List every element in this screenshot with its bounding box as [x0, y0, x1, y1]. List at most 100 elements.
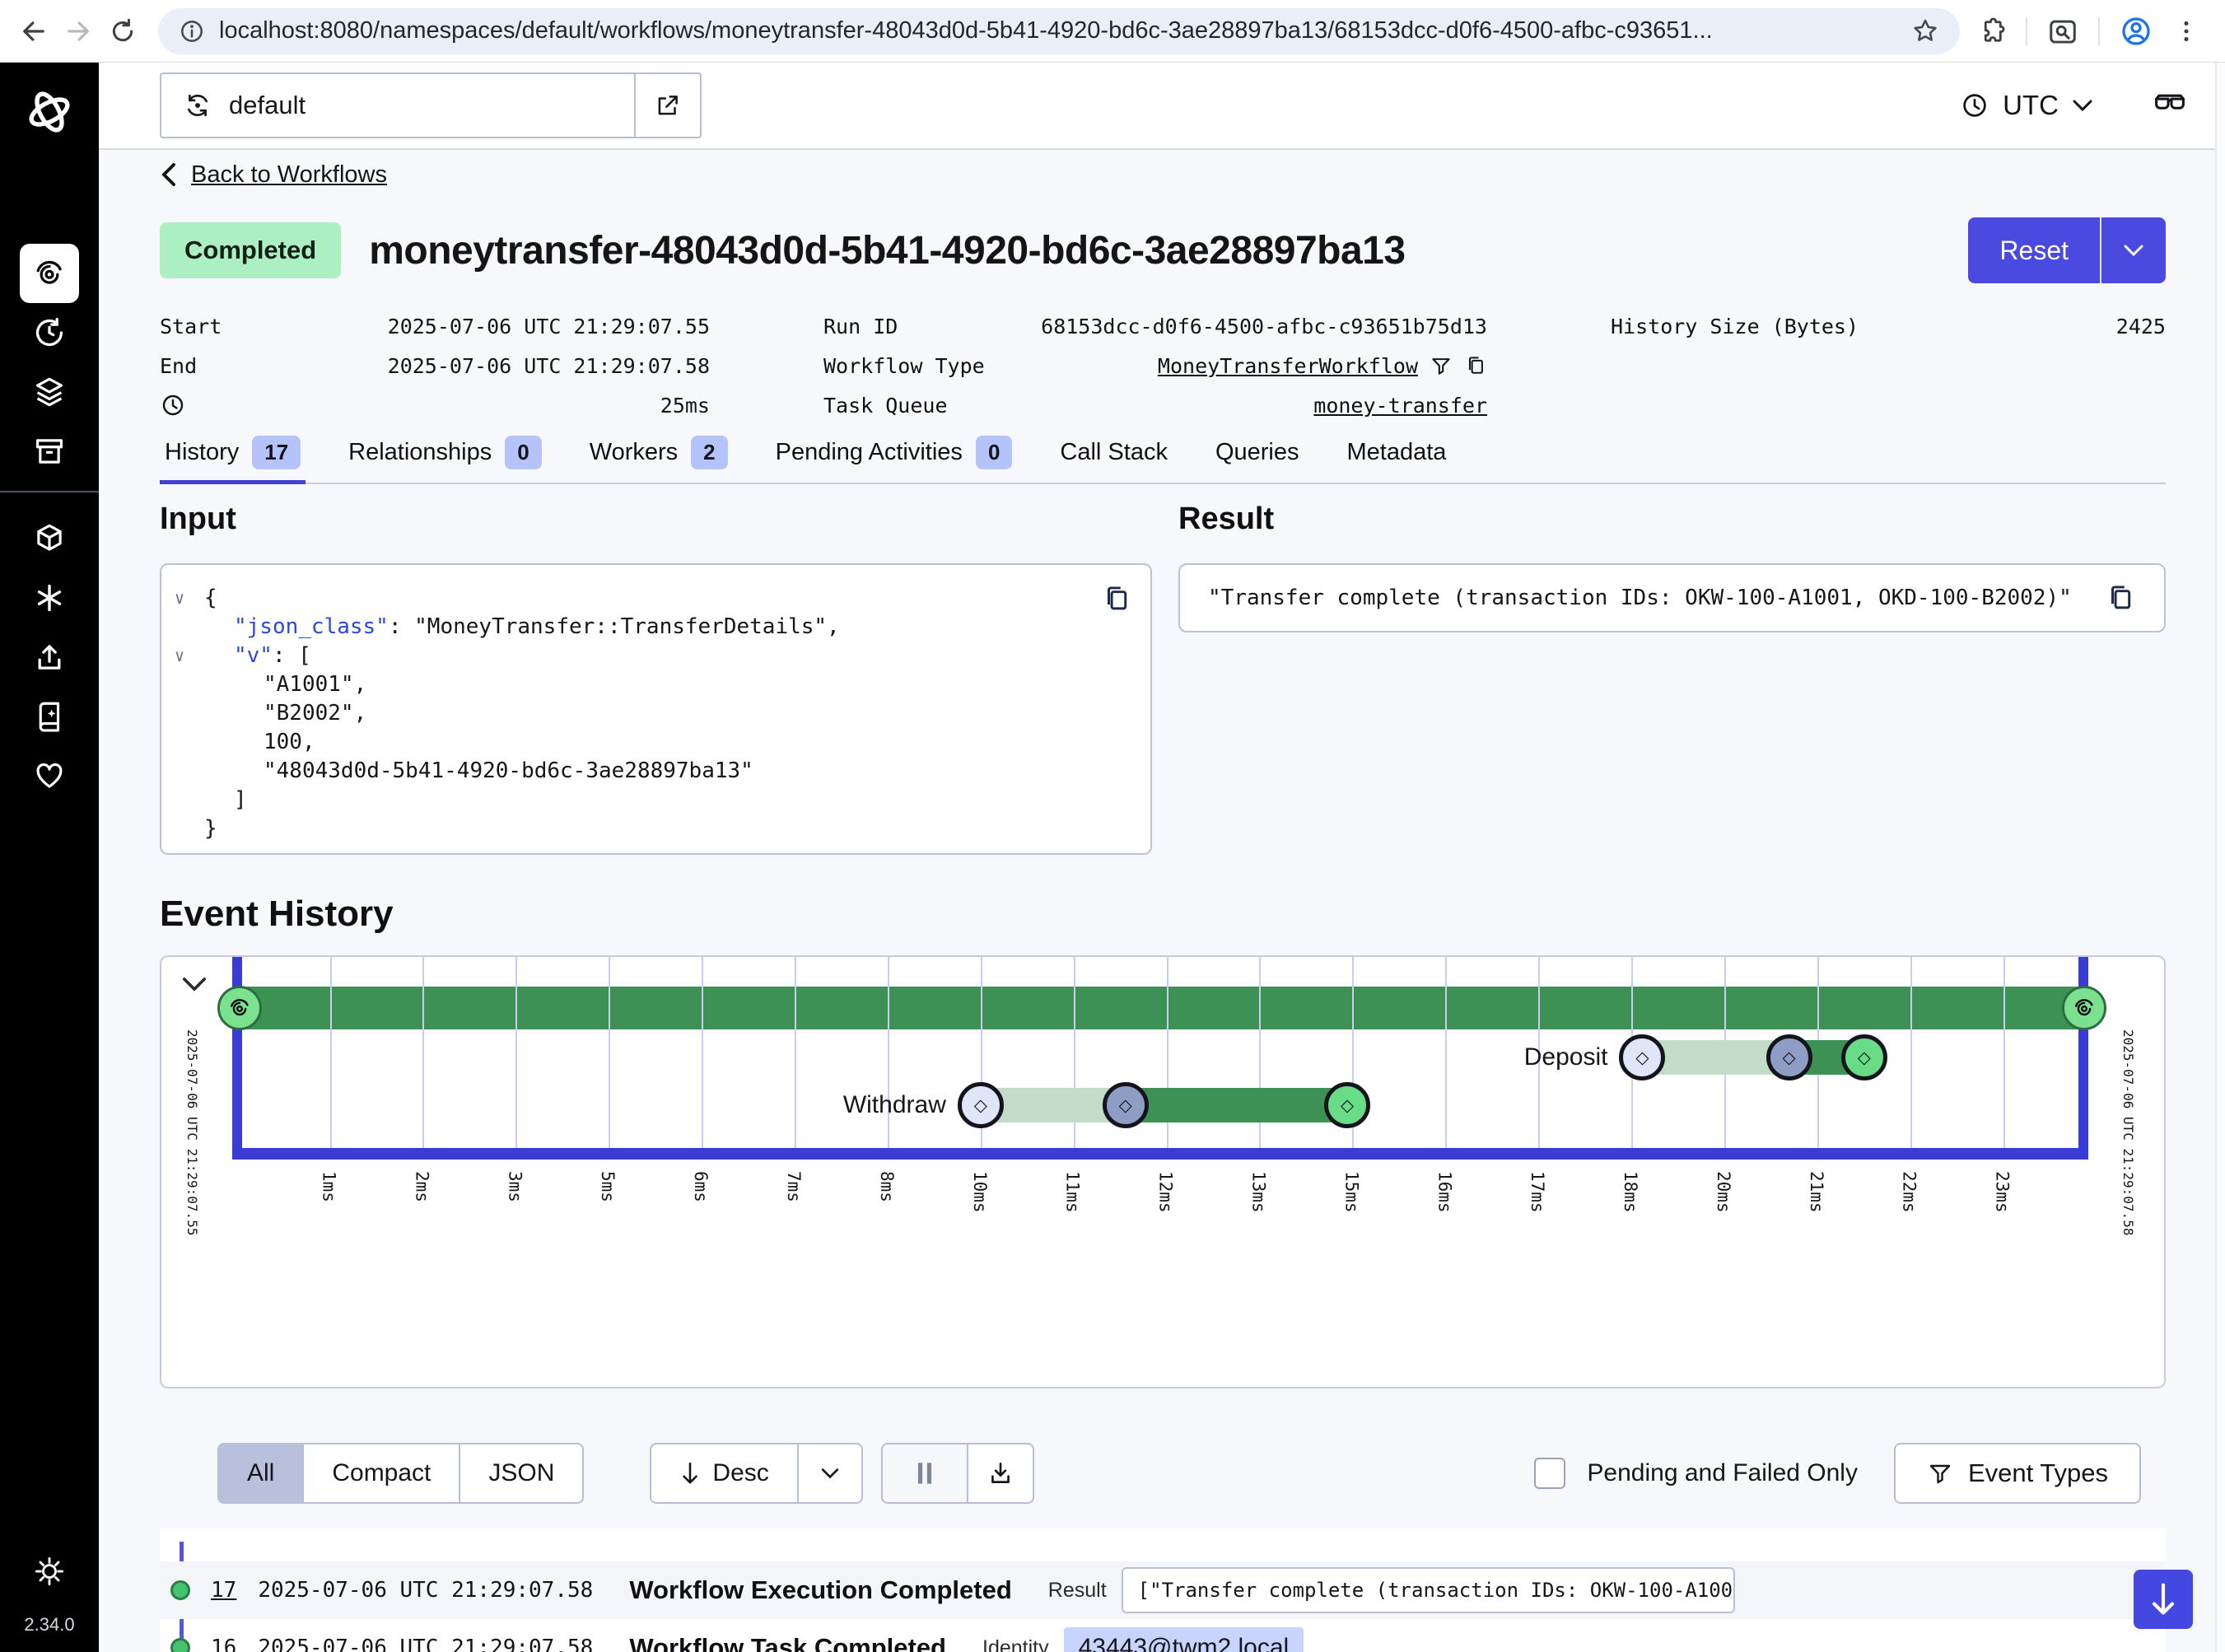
activity-started-marker[interactable]: ◇: [1103, 1082, 1149, 1128]
profile-avatar-icon[interactable]: [2120, 15, 2153, 48]
namespace-selector[interactable]: default: [160, 72, 702, 138]
json-line: ∨"v": [: [161, 641, 1093, 670]
page-scrollbar[interactable]: [2215, 63, 2225, 1652]
event-status-dot: [170, 1638, 190, 1652]
pause-button[interactable]: [883, 1444, 967, 1502]
address-bar[interactable]: localhost:8080/namespaces/default/workfl…: [158, 8, 1960, 54]
url-text: localhost:8080/namespaces/default/workfl…: [219, 17, 1897, 44]
copy-icon[interactable]: [1101, 583, 1132, 614]
view-all-button[interactable]: All: [219, 1444, 302, 1502]
activity-scheduled-marker[interactable]: ◇: [958, 1082, 1004, 1128]
chevron-down-icon: [2122, 243, 2145, 258]
download-button[interactable]: [967, 1444, 1033, 1502]
activity-completed-marker[interactable]: ◇: [1324, 1082, 1370, 1128]
toolbar-divider: [2098, 17, 2100, 45]
timeline-start-time: 2025-07-06 UTC 21:29:07.55: [184, 1029, 200, 1235]
namespace-external-link-icon[interactable]: [634, 74, 700, 137]
timeline-collapse-chevron[interactable]: [180, 975, 209, 993]
pending-failed-checkbox[interactable]: [1534, 1458, 1565, 1489]
download-icon: [987, 1459, 1015, 1487]
tab-pending-activities[interactable]: Pending Activities0: [771, 433, 1018, 483]
event-row[interactable]: 172025-07-06 UTC 21:29:07.58Workflow Exe…: [160, 1561, 2166, 1619]
sidebar-item-schedules[interactable]: [20, 303, 79, 362]
event-history-title: Event History: [160, 893, 2166, 936]
timeline-tick-label: 5ms: [598, 1171, 618, 1202]
tab-workers[interactable]: Workers2: [585, 433, 733, 483]
workflow-start-marker[interactable]: [217, 986, 262, 1030]
sort-menu-button[interactable]: [797, 1444, 861, 1502]
pending-failed-filter[interactable]: Pending and Failed Only: [1534, 1458, 1858, 1489]
filter-icon[interactable]: [1430, 354, 1453, 377]
reset-button[interactable]: Reset: [1968, 217, 2100, 283]
theme-toggle-icon[interactable]: [20, 1542, 79, 1601]
copy-icon[interactable]: [1464, 354, 1487, 377]
timeline-tick-label: 16ms: [1434, 1171, 1454, 1213]
timeline-tick-label: 7ms: [784, 1171, 804, 1202]
pending-failed-label: Pending and Failed Only: [1587, 1459, 1858, 1487]
json-key: "json_class": [234, 614, 389, 639]
sidebar-item-workflows[interactable]: [20, 244, 79, 303]
filter-icon: [1927, 1460, 1953, 1486]
end-label: End: [160, 354, 250, 378]
sidebar-item-archive[interactable]: [20, 422, 79, 481]
sidebar-item-docs[interactable]: [20, 687, 79, 746]
temporal-logo-icon[interactable]: [23, 86, 76, 138]
toolbar-divider: [2026, 17, 2027, 45]
view-compact-button[interactable]: Compact: [302, 1444, 459, 1502]
timeline-tick-label: 18ms: [1621, 1171, 1640, 1213]
view-json-button[interactable]: JSON: [459, 1444, 582, 1502]
timeline-tick-label: 3ms: [505, 1171, 525, 1202]
json-line: }: [161, 814, 1093, 842]
history-size-value: 2425: [1895, 315, 2166, 338]
timeline-tick-label: 22ms: [1900, 1171, 1919, 1213]
event-id-link[interactable]: 16: [211, 1636, 236, 1652]
browser-menu-icon[interactable]: [2172, 17, 2200, 45]
back-to-workflows-link[interactable]: Back to Workflows: [160, 161, 387, 188]
workflow-end-marker[interactable]: [2062, 986, 2106, 1030]
bookmark-star-icon[interactable]: [1910, 16, 1940, 46]
tab-label: History: [165, 439, 239, 466]
workflow-type-link[interactable]: MoneyTransferWorkflow: [1158, 354, 1418, 378]
timeline-tick-label: 2ms: [412, 1171, 431, 1202]
tab-label: Metadata: [1347, 439, 1447, 466]
tab-label: Relationships: [348, 439, 492, 466]
scroll-to-bottom-button[interactable]: [2134, 1570, 2193, 1629]
browser-back-icon[interactable]: [15, 12, 53, 50]
search-tabs-icon[interactable]: [2047, 16, 2078, 47]
sort-desc-button[interactable]: Desc: [651, 1444, 796, 1502]
json-text: 100,: [264, 730, 315, 754]
chevron-down-icon: [2072, 98, 2093, 113]
input-json-viewer: ∨{"json_class": "MoneyTransfer::Transfer…: [161, 583, 1093, 842]
sidebar-item-batch-operations[interactable]: [20, 362, 79, 422]
tab-metadata[interactable]: Metadata: [1342, 433, 1452, 483]
sidebar-item-nexus[interactable]: [20, 568, 79, 628]
collapse-chevron-icon[interactable]: ∨: [161, 588, 204, 608]
task-queue-link[interactable]: money-transfer: [1313, 394, 1487, 418]
event-types-button[interactable]: Event Types: [1894, 1443, 2141, 1504]
labs-mode-icon[interactable]: [2153, 88, 2187, 123]
event-row[interactable]: 162025-07-06 UTC 21:29:07.58Workflow Tas…: [160, 1619, 2166, 1652]
sidebar-item-deployments[interactable]: [20, 509, 79, 568]
browser-forward-icon[interactable]: [59, 12, 97, 50]
activity-started-marker[interactable]: ◇: [1766, 1034, 1812, 1080]
tab-relationships[interactable]: Relationships0: [343, 433, 547, 483]
pause-icon: [915, 1461, 935, 1486]
reset-menu-button[interactable]: [2101, 217, 2166, 283]
timeline-tick-label: 17ms: [1528, 1171, 1547, 1213]
copy-icon[interactable]: [2105, 582, 2136, 614]
tab-history[interactable]: History17: [160, 433, 306, 483]
tab-call-stack[interactable]: Call Stack: [1055, 433, 1173, 483]
activity-completed-marker[interactable]: ◇: [1841, 1034, 1887, 1080]
site-info-icon[interactable]: [178, 17, 206, 45]
event-id-link[interactable]: 17: [211, 1578, 236, 1603]
timeline-tick-labels: 1ms2ms3ms5ms6ms7ms8ms10ms11ms12ms13ms15m…: [244, 1171, 2077, 1344]
sidebar-item-feedback[interactable]: [20, 746, 79, 805]
extensions-icon[interactable]: [1976, 16, 2006, 46]
workflow-header: Completed moneytransfer-48043d0d-5b41-49…: [160, 216, 2166, 285]
workflow-spiral-icon: [227, 996, 252, 1020]
sidebar-item-import[interactable]: [20, 628, 79, 687]
timezone-selector[interactable]: UTC: [1960, 90, 2093, 121]
browser-reload-icon[interactable]: [104, 12, 142, 50]
collapse-chevron-icon[interactable]: ∨: [161, 646, 204, 665]
tab-queries[interactable]: Queries: [1210, 433, 1304, 483]
